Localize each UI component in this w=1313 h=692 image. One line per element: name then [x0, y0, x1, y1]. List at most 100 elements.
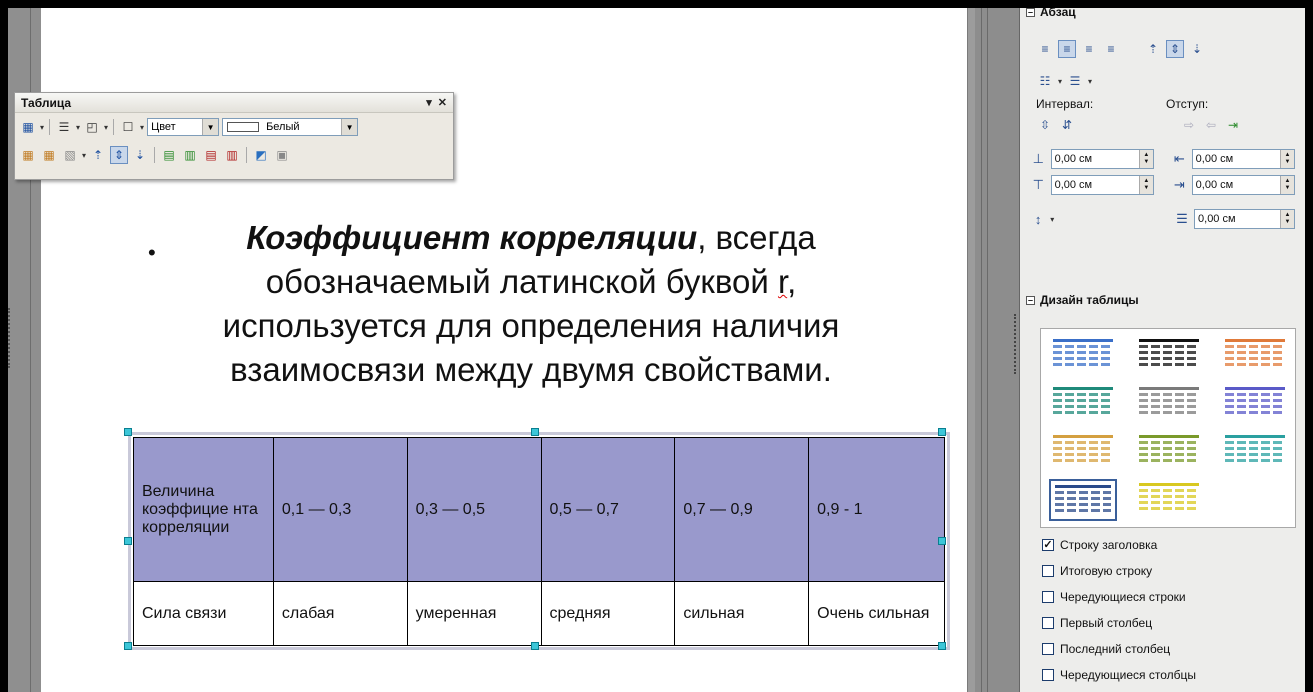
- collapse-icon[interactable]: –: [1026, 295, 1035, 305]
- resize-handle[interactable]: [531, 428, 539, 436]
- first-line-indent-field[interactable]: 0,00 см ▲ ▼: [1194, 209, 1296, 229]
- close-icon[interactable]: ✕: [438, 96, 447, 109]
- checkbox[interactable]: [1042, 565, 1054, 577]
- slide-text-box[interactable]: Коэффициент корреляции, всегда обозначае…: [136, 216, 926, 392]
- delete-column-icon[interactable]: ▥: [223, 146, 241, 164]
- merge-cells-icon[interactable]: ▦: [19, 146, 37, 164]
- table-style-option[interactable]: [1135, 431, 1203, 473]
- table-cell[interactable]: средняя: [540, 581, 676, 646]
- table-style-gallery[interactable]: [1040, 328, 1296, 528]
- split-cells-icon[interactable]: ▦: [40, 146, 58, 164]
- table-option-checkbox-row[interactable]: ✓ Строку заголовка: [1020, 532, 1305, 558]
- checkbox[interactable]: [1042, 643, 1054, 655]
- table-style-option[interactable]: [1221, 431, 1289, 473]
- decrease-spacing-icon[interactable]: ⇵: [1058, 116, 1076, 134]
- spacing-above-field[interactable]: 0,00 см ▲ ▼: [1050, 149, 1154, 169]
- resize-handle[interactable]: [531, 642, 539, 650]
- table-design-section-header[interactable]: – Дизайн таблицы: [1020, 290, 1145, 310]
- valign-bottom-icon[interactable]: ⇣: [1188, 40, 1206, 58]
- dropdown-arrow-icon[interactable]: ▾: [104, 123, 108, 132]
- justify-icon[interactable]: ≡: [1102, 40, 1120, 58]
- resize-handle[interactable]: [124, 642, 132, 650]
- table-cell[interactable]: 0,3 — 0,5: [406, 437, 542, 582]
- hanging-indent-icon[interactable]: ⇥: [1224, 116, 1242, 134]
- checkbox[interactable]: [1042, 669, 1054, 681]
- border-color-select[interactable]: Цвет ▼: [147, 118, 220, 136]
- spinner-icon[interactable]: ▲ ▼: [1138, 176, 1153, 194]
- table-style-option[interactable]: [1049, 383, 1117, 425]
- table-cell[interactable]: Сила связи: [133, 581, 274, 646]
- increase-indent-icon[interactable]: ⇨: [1180, 116, 1198, 134]
- table-design-icon[interactable]: ◩: [252, 146, 270, 164]
- toolbar-titlebar[interactable]: Таблица ▾ ✕: [15, 93, 453, 113]
- spacing-below-field[interactable]: 0,00 см ▲ ▼: [1050, 175, 1154, 195]
- dropdown-arrow-icon[interactable]: ▾: [140, 123, 144, 132]
- table-option-checkbox-row[interactable]: Чередующиеся столбцы: [1020, 662, 1305, 688]
- table-cell[interactable]: умеренная: [406, 581, 542, 646]
- paragraph-section-header[interactable]: – Абзац: [1020, 8, 1305, 22]
- dropdown-arrow-icon[interactable]: ▾: [1088, 77, 1092, 86]
- table-style-option[interactable]: [1049, 335, 1117, 377]
- resize-handle[interactable]: [938, 537, 946, 545]
- checkbox[interactable]: ✓: [1042, 539, 1054, 551]
- numbered-list-icon[interactable]: ☰: [1066, 72, 1084, 90]
- insert-row-icon[interactable]: ▤: [160, 146, 178, 164]
- table-style-option[interactable]: [1221, 335, 1289, 377]
- align-bottom-icon[interactable]: ⇣: [131, 146, 149, 164]
- collapse-icon[interactable]: –: [1026, 8, 1035, 17]
- border-style-icon[interactable]: ☰: [55, 118, 73, 136]
- align-center-icon[interactable]: ⇕: [110, 146, 129, 164]
- border-width-icon[interactable]: ◰: [83, 118, 101, 136]
- table-cell[interactable]: Очень сильная: [808, 581, 945, 646]
- checkbox[interactable]: [1042, 591, 1054, 603]
- insert-table-icon[interactable]: ▦: [19, 118, 37, 136]
- resize-handle[interactable]: [124, 428, 132, 436]
- dropdown-arrow-icon[interactable]: ▾: [1050, 215, 1054, 224]
- table-cell[interactable]: 0,9 - 1: [808, 437, 945, 582]
- insert-column-icon[interactable]: ▥: [181, 146, 199, 164]
- chevron-down-icon[interactable]: ▼: [341, 119, 358, 135]
- dropdown-arrow-icon[interactable]: ▾: [76, 123, 80, 132]
- resize-handle[interactable]: [938, 642, 946, 650]
- delete-row-icon[interactable]: ▤: [202, 146, 220, 164]
- valign-center-icon[interactable]: ⇕: [1166, 40, 1184, 58]
- table-style-option[interactable]: [1135, 335, 1203, 377]
- checkbox[interactable]: [1042, 617, 1054, 629]
- bullet-list-icon[interactable]: ☷: [1036, 72, 1054, 90]
- table-cell[interactable]: сильная: [674, 581, 810, 646]
- table-style-option[interactable]: [1221, 383, 1289, 425]
- correlation-table[interactable]: Величина коэффицие нта корреляции 0,1 — …: [133, 437, 945, 646]
- table-cell[interactable]: Величина коэффицие нта корреляции: [133, 437, 274, 582]
- table-option-checkbox-row[interactable]: Последний столбец: [1020, 636, 1305, 662]
- decrease-indent-icon[interactable]: ⇦: [1202, 116, 1220, 134]
- resize-handle[interactable]: [124, 537, 132, 545]
- resize-handle[interactable]: [938, 428, 946, 436]
- spinner-icon[interactable]: ▲ ▼: [1138, 150, 1153, 168]
- indent-before-field[interactable]: 0,00 см ▲ ▼: [1191, 149, 1295, 169]
- table-style-option[interactable]: [1135, 479, 1203, 521]
- valign-top-icon[interactable]: ⇡: [1144, 40, 1162, 58]
- table-style-option[interactable]: [1135, 383, 1203, 425]
- table-cell[interactable]: 0,7 — 0,9: [674, 437, 810, 582]
- indent-after-field[interactable]: 0,00 см ▲ ▼: [1191, 175, 1295, 195]
- line-spacing-icon[interactable]: ↕: [1030, 212, 1046, 227]
- borders-icon[interactable]: ☐: [119, 118, 137, 136]
- align-left-icon[interactable]: ≡: [1036, 40, 1054, 58]
- align-center-icon[interactable]: ≡: [1058, 40, 1076, 58]
- table-style-option[interactable]: [1049, 479, 1117, 521]
- table-cell[interactable]: 0,1 — 0,3: [272, 437, 408, 582]
- table-cell[interactable]: слабая: [272, 581, 408, 646]
- toolbar-menu-icon[interactable]: ▾: [426, 96, 432, 109]
- table-cell[interactable]: 0,5 — 0,7: [540, 437, 676, 582]
- table-option-checkbox-row[interactable]: Первый столбец: [1020, 610, 1305, 636]
- spinner-icon[interactable]: ▲ ▼: [1279, 150, 1294, 168]
- spinner-icon[interactable]: ▲ ▼: [1280, 210, 1295, 228]
- fill-color-select[interactable]: Белый ▼: [222, 118, 359, 136]
- dropdown-arrow-icon[interactable]: ▾: [82, 151, 86, 160]
- dropdown-arrow-icon[interactable]: ▾: [1058, 77, 1062, 86]
- table-option-checkbox-row[interactable]: Итоговую строку: [1020, 558, 1305, 584]
- left-splitter-handle[interactable]: [8, 308, 16, 368]
- dropdown-arrow-icon[interactable]: ▾: [40, 123, 44, 132]
- align-right-icon[interactable]: ≡: [1080, 40, 1098, 58]
- table-toolbar[interactable]: Таблица ▾ ✕ ▦ ▾ ☰ ▾ ◰ ▾ ☐ ▾ Цвет ▼ Белый ▼ ▦ ▦…: [14, 92, 454, 180]
